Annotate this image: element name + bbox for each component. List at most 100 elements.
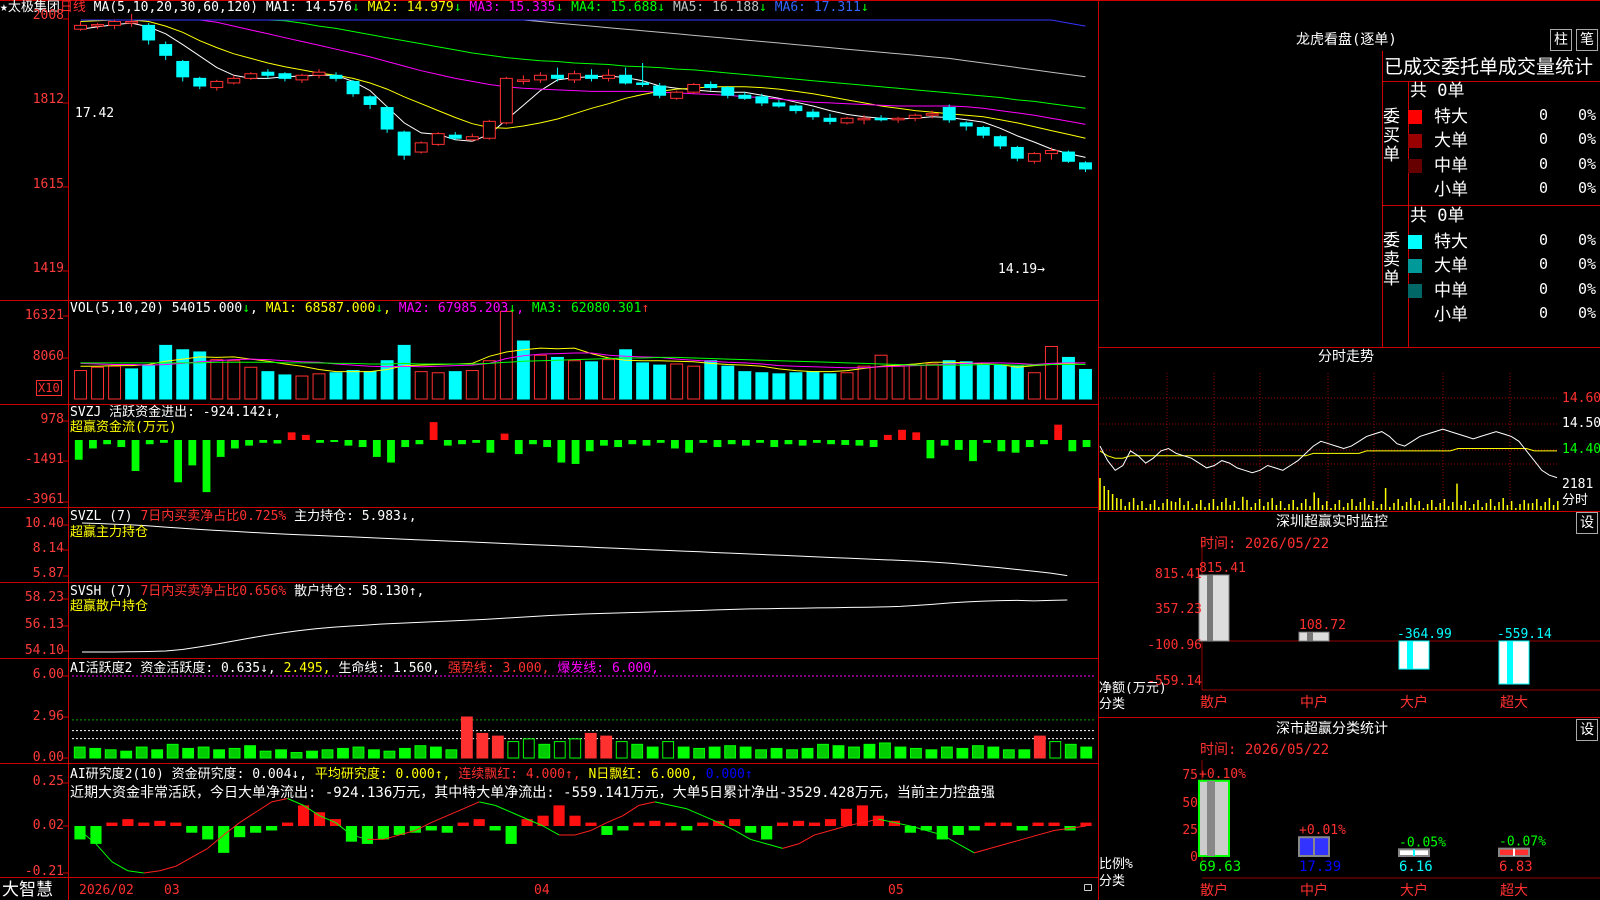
y-tick: 2.96: [32, 709, 64, 724]
flow-bar: [671, 440, 679, 449]
intraday-vol-unit: 分时: [1562, 493, 1589, 508]
research-bar: [792, 820, 805, 826]
research-line: [239, 811, 256, 823]
flow-bar: [245, 440, 253, 446]
flow-bar: [529, 440, 537, 445]
research-bar: [824, 819, 837, 826]
kline-legend: ★太极集团日线 MA(5,10,20,30,60,120) MA1: 14.57…: [0, 0, 869, 15]
classify-settings-button[interactable]: 设: [1576, 719, 1598, 741]
activity-bar: [73, 746, 86, 759]
activity-bar: [910, 747, 922, 759]
y-tick: 0: [1190, 850, 1198, 865]
volume-bar: [789, 372, 803, 400]
volume-bar: [346, 370, 360, 400]
y-tick: 50: [1182, 796, 1198, 811]
activity-bar: [739, 746, 752, 759]
research-legend: AI研究度2(10) 资金研究度: 0.004↓, 平均研究度: 0.000↑,…: [70, 767, 753, 782]
flow-bar: [585, 440, 594, 452]
monitor-settings-button[interactable]: 设: [1576, 512, 1598, 534]
svsh-legend: SVSH (7) 7日内买卖净占比0.656% 散户持仓: 58.130↑,: [70, 584, 425, 599]
flow-bar: [415, 440, 424, 445]
color-swatch: [1408, 235, 1422, 249]
volume-bar: [976, 363, 990, 400]
research-bar: [553, 805, 565, 826]
research-line: [431, 815, 448, 824]
activity-bar: [863, 743, 876, 759]
y-tick: -3961: [24, 492, 64, 507]
research-bar: [154, 820, 166, 826]
research-bar: [441, 826, 453, 833]
date-tick: 04: [534, 883, 550, 898]
classify-change-label: +0.10%: [1199, 767, 1246, 782]
activity-bar: [213, 749, 226, 759]
flow-bar: [954, 440, 963, 450]
x-tick: 散户: [1200, 883, 1228, 899]
volume-bar: [993, 364, 1007, 400]
lock-icon[interactable]: [1084, 884, 1092, 891]
flow-bar: [628, 440, 637, 445]
volume-bar: [755, 372, 769, 400]
flow-bar: [316, 440, 324, 443]
classify-x-unit: 分类: [1099, 874, 1126, 889]
activity-bar: [971, 745, 984, 759]
kline-panel[interactable]: ★太极集团日线 MA(5,10,20,30,60,120) MA1: 14.57…: [0, 0, 1098, 300]
volume-bar: [142, 364, 156, 400]
activity-bar: [832, 745, 845, 759]
list-item: 中单 0 0%: [1408, 155, 1600, 179]
flow-bar: [1068, 440, 1077, 452]
tick-view-button[interactable]: 笔: [1576, 29, 1598, 51]
flow-bar: [997, 440, 1006, 452]
research-bar: [984, 822, 996, 826]
x-tick: 大户: [1400, 883, 1428, 899]
volume-bar: [465, 370, 479, 400]
research-line: [127, 870, 144, 874]
activity-bar: [306, 750, 318, 759]
volume-bar: [499, 310, 513, 400]
bar-view-button[interactable]: 柱: [1550, 29, 1572, 51]
flow-bar: [926, 440, 935, 459]
color-swatch: [1408, 159, 1422, 173]
brand-label: 大智慧: [2, 880, 53, 900]
flow-bar: [117, 440, 126, 448]
y-tick: -100.96: [1147, 638, 1202, 653]
volume-bar: [908, 364, 922, 400]
activity-bar: [553, 741, 566, 759]
buy-label: 委买单: [1383, 107, 1400, 165]
research-line: [766, 843, 783, 849]
vol-legend: VOL(5,10,20) 54015.000↓, MA1: 68587.000↓…: [70, 301, 650, 316]
volume-bar: [704, 360, 718, 400]
flow-bar: [784, 440, 793, 445]
y-tick: 10.40: [24, 516, 64, 531]
volume-bar: [210, 359, 224, 400]
flow-bar: [330, 440, 339, 442]
research-bar: [202, 826, 214, 840]
flow-bar: [727, 440, 736, 445]
activity-bar: [1049, 741, 1062, 759]
activity-bar: [940, 746, 953, 759]
research-bar: [457, 822, 469, 826]
research-bar: [729, 819, 741, 826]
activity-bar: [166, 743, 179, 759]
research-line: [974, 847, 991, 854]
activity-bar: [987, 746, 1000, 759]
volume-bar: [1079, 368, 1092, 400]
activity-bar: [290, 752, 303, 759]
activity-bar: [522, 738, 535, 759]
flow-bar: [756, 440, 764, 443]
research-line: [463, 801, 480, 810]
research-line: [447, 808, 464, 817]
volume-bar: [687, 365, 701, 400]
color-swatch: [1408, 110, 1422, 124]
flow-bar: [770, 440, 779, 448]
dragon-header: 已成交委托单成交量统计: [1384, 56, 1594, 78]
research-line: [494, 804, 512, 813]
activity-bar: [383, 750, 396, 759]
y-tick: 0.25: [32, 774, 64, 789]
flow-bar: [202, 440, 211, 493]
research-line: [175, 856, 193, 867]
research-bar: [234, 826, 246, 838]
volume-bar: [1044, 345, 1058, 400]
flow-bar: [741, 440, 750, 446]
y-tick: 56.13: [24, 617, 64, 632]
research-line: [191, 847, 208, 858]
